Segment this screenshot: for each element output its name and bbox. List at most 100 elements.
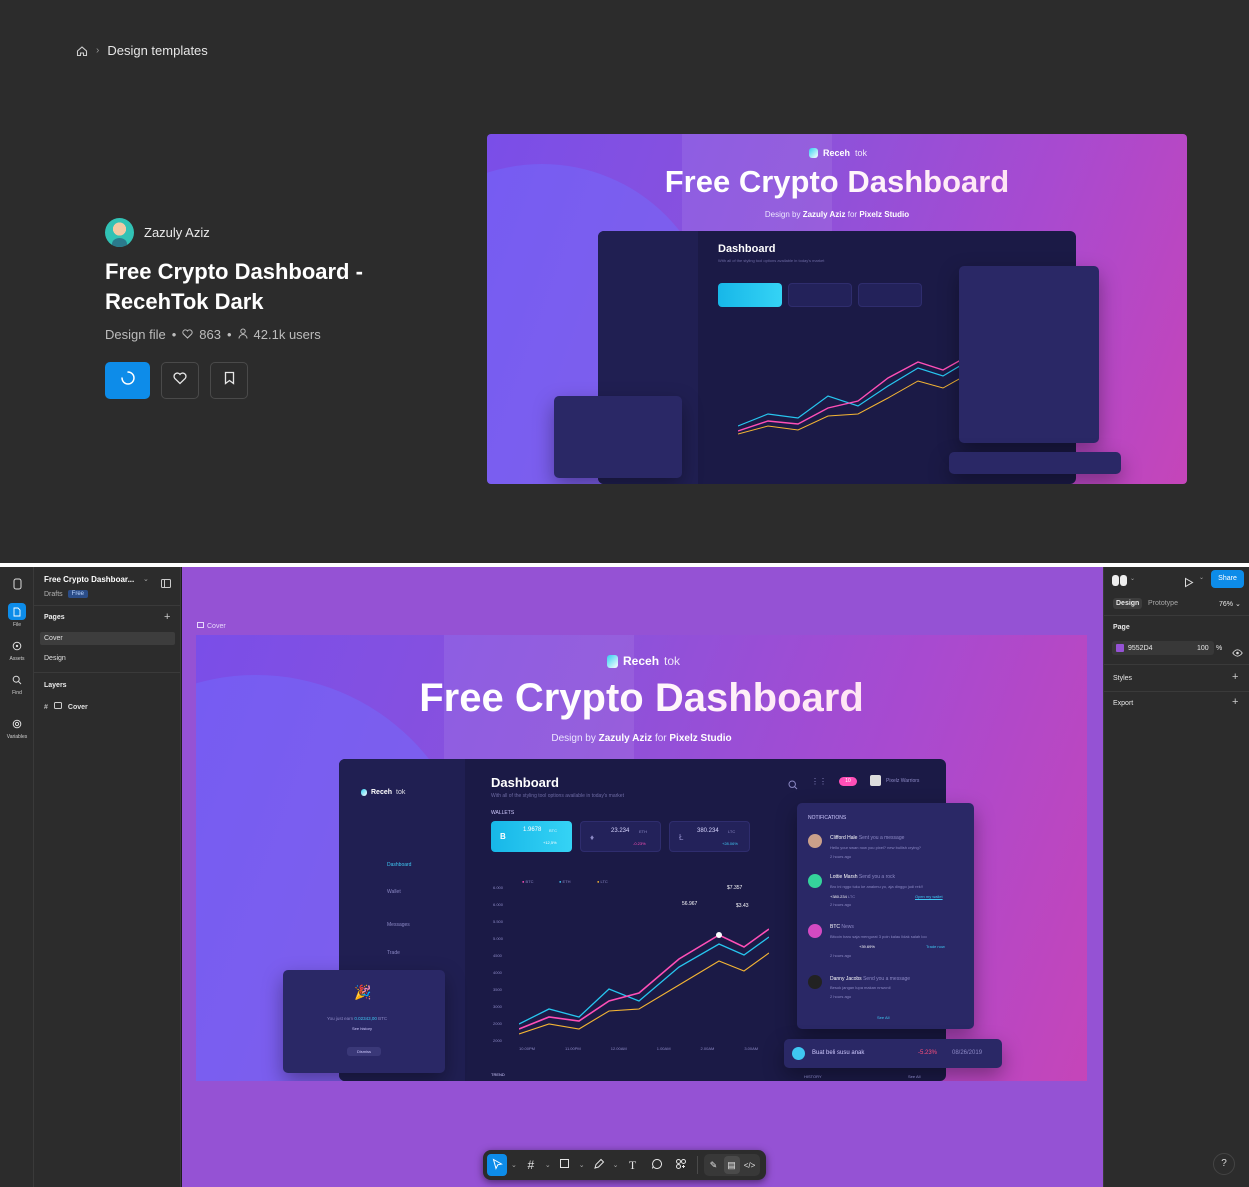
chevron-down-icon[interactable]: ⌄ (511, 1161, 517, 1169)
home-icon[interactable] (76, 45, 88, 57)
tab-prototype[interactable]: Prototype (1148, 600, 1178, 607)
rail-assets[interactable]: Assets (0, 637, 34, 662)
grid-icon: ⋮⋮ (811, 777, 827, 786)
draw-mode-button[interactable]: ✎ (706, 1156, 722, 1174)
wallets-label: WALLETS (491, 810, 515, 816)
nav-dashboard: Dashboard (387, 862, 412, 868)
add-export-icon[interactable]: + (1232, 696, 1238, 708)
tab-design[interactable]: Design (1113, 598, 1143, 609)
text-tool-button[interactable]: T (623, 1154, 643, 1176)
see-all-link: See All (877, 1015, 890, 1020)
file-title-editor[interactable]: Free Crypto Dashboar... (44, 575, 134, 584)
chevron-down-icon: ⌄ (1130, 576, 1136, 582)
notifications-title: NOTIFICATIONS (808, 815, 847, 821)
file-location: Drafts Free (44, 590, 89, 598)
page-section-title: Page (1113, 624, 1130, 631)
author[interactable]: Zazuly Aziz (105, 218, 210, 247)
layer-name: Cover (67, 704, 88, 711)
design-mode-button[interactable]: ▤ (723, 1156, 740, 1174)
move-tool-button[interactable] (487, 1154, 507, 1176)
screen: › Design templates Zazuly Aziz Free Cryp… (0, 0, 1249, 1187)
breadcrumb: › Design templates (76, 43, 208, 58)
page-opacity[interactable]: 100 (1197, 645, 1209, 652)
shape-tool-button[interactable] (555, 1154, 575, 1176)
text-icon: T (628, 1157, 637, 1172)
chevron-down-icon[interactable]: ⌄ (1199, 574, 1204, 581)
loading-spinner-icon (120, 370, 136, 391)
divider (696, 1156, 698, 1174)
add-page-icon[interactable]: + (164, 611, 170, 623)
like-button[interactable] (161, 362, 199, 399)
bookmark-button[interactable] (210, 362, 248, 399)
file-thumbnail[interactable]: Receh tok Free Crypto Dashboard Design by… (487, 134, 1187, 484)
frame-label[interactable]: Cover (197, 622, 226, 630)
history-card (949, 452, 1121, 474)
rail-find[interactable]: Find (0, 671, 34, 696)
chevron-down-icon[interactable]: ⌄ (579, 1161, 585, 1169)
color-swatch[interactable] (1116, 644, 1124, 652)
point-label-1: $7.357 (727, 885, 743, 891)
rail-variables[interactable]: Variables (0, 715, 34, 740)
point-label-2: 56.967 (682, 901, 698, 907)
main-menu[interactable] (0, 575, 34, 594)
divider (1104, 615, 1249, 616)
page-color-hex[interactable]: 9552D4 (1128, 645, 1153, 652)
avatar (1112, 575, 1119, 586)
wallet-card-eth: ♦ 23.234 ETH -0.23% (580, 821, 661, 852)
add-style-icon[interactable]: + (1232, 671, 1238, 683)
rectangle-icon (559, 1158, 570, 1172)
file-icon (8, 603, 26, 620)
multiplayer-avatars[interactable]: ⌄ (1112, 575, 1135, 586)
dashboard-subtitle: With all of the styling tool options ava… (718, 258, 825, 263)
drafts-label[interactable]: Drafts (44, 591, 63, 598)
like-count: 863 (199, 327, 221, 342)
help-button[interactable]: ? (1213, 1153, 1235, 1175)
nav-wallet: Wallet (387, 889, 401, 895)
notifications-panel (959, 266, 1099, 443)
page-opacity-unit: % (1216, 645, 1223, 652)
components-icon (675, 1158, 687, 1173)
dismiss-button: Dismiss (347, 1047, 381, 1056)
page-item-cover[interactable]: Cover (40, 632, 175, 645)
nav-trade: Trade (387, 950, 400, 956)
chevron-down-icon[interactable]: ⌄ (143, 575, 149, 583)
layers-heading: Layers (44, 682, 67, 689)
wallet-card-eth (788, 283, 852, 307)
open-file-button[interactable] (105, 362, 150, 399)
dashboard-title: Dashboard (491, 775, 559, 790)
file-type: Design file (105, 327, 166, 342)
file-meta: Design file • 863 • 42.1k users (105, 327, 321, 342)
dashboard-logo: Receh tok (361, 789, 405, 796)
breadcrumb-current[interactable]: Design templates (107, 43, 207, 58)
rocket-icon: 🎉 (354, 984, 372, 1000)
trend-label: TREND (491, 1072, 505, 1077)
wallet-card-ltc: Ł 380.234 LTC +28.06% (669, 821, 750, 852)
mode-switcher: ✎ ▤ </> (703, 1154, 760, 1176)
cover-headline: Free Crypto Dashboard (196, 675, 1087, 721)
code-icon: </> (743, 1160, 756, 1170)
page-item-design[interactable]: Design (40, 652, 175, 665)
zoom-level[interactable]: 76% ⌄ (1219, 600, 1241, 608)
eye-icon[interactable] (1232, 644, 1243, 662)
layer-item-cover[interactable]: # Cover (40, 701, 175, 714)
chevron-down-icon[interactable]: ⌄ (545, 1161, 551, 1169)
frame-tool-button[interactable]: # (521, 1154, 541, 1176)
bottom-toolbar: ⌄ # ⌄ ⌄ ⌄ T ✎ ▤ </> (483, 1150, 766, 1180)
rail-file[interactable]: File (0, 603, 34, 628)
actions-button[interactable] (671, 1154, 691, 1176)
point-label-3: $3.43 (736, 903, 749, 909)
trend-chart (738, 355, 968, 435)
cover-frame[interactable]: Receh tok Free Crypto Dashboard Design by… (196, 635, 1087, 1081)
dev-mode-button[interactable]: </> (742, 1156, 758, 1174)
assets-icon (8, 637, 26, 654)
author-name[interactable]: Zazuly Aziz (144, 225, 210, 240)
chevron-down-icon[interactable]: ⌄ (613, 1161, 619, 1169)
share-button[interactable]: Share (1211, 570, 1244, 588)
comment-tool-button[interactable] (647, 1154, 667, 1176)
pen-tool-button[interactable] (589, 1154, 609, 1176)
sidebar-toggle-icon[interactable] (161, 575, 171, 593)
file-actions (105, 362, 248, 399)
section-icon (197, 622, 204, 630)
present-play-icon[interactable] (1184, 575, 1194, 593)
notification-avatar (808, 975, 822, 989)
